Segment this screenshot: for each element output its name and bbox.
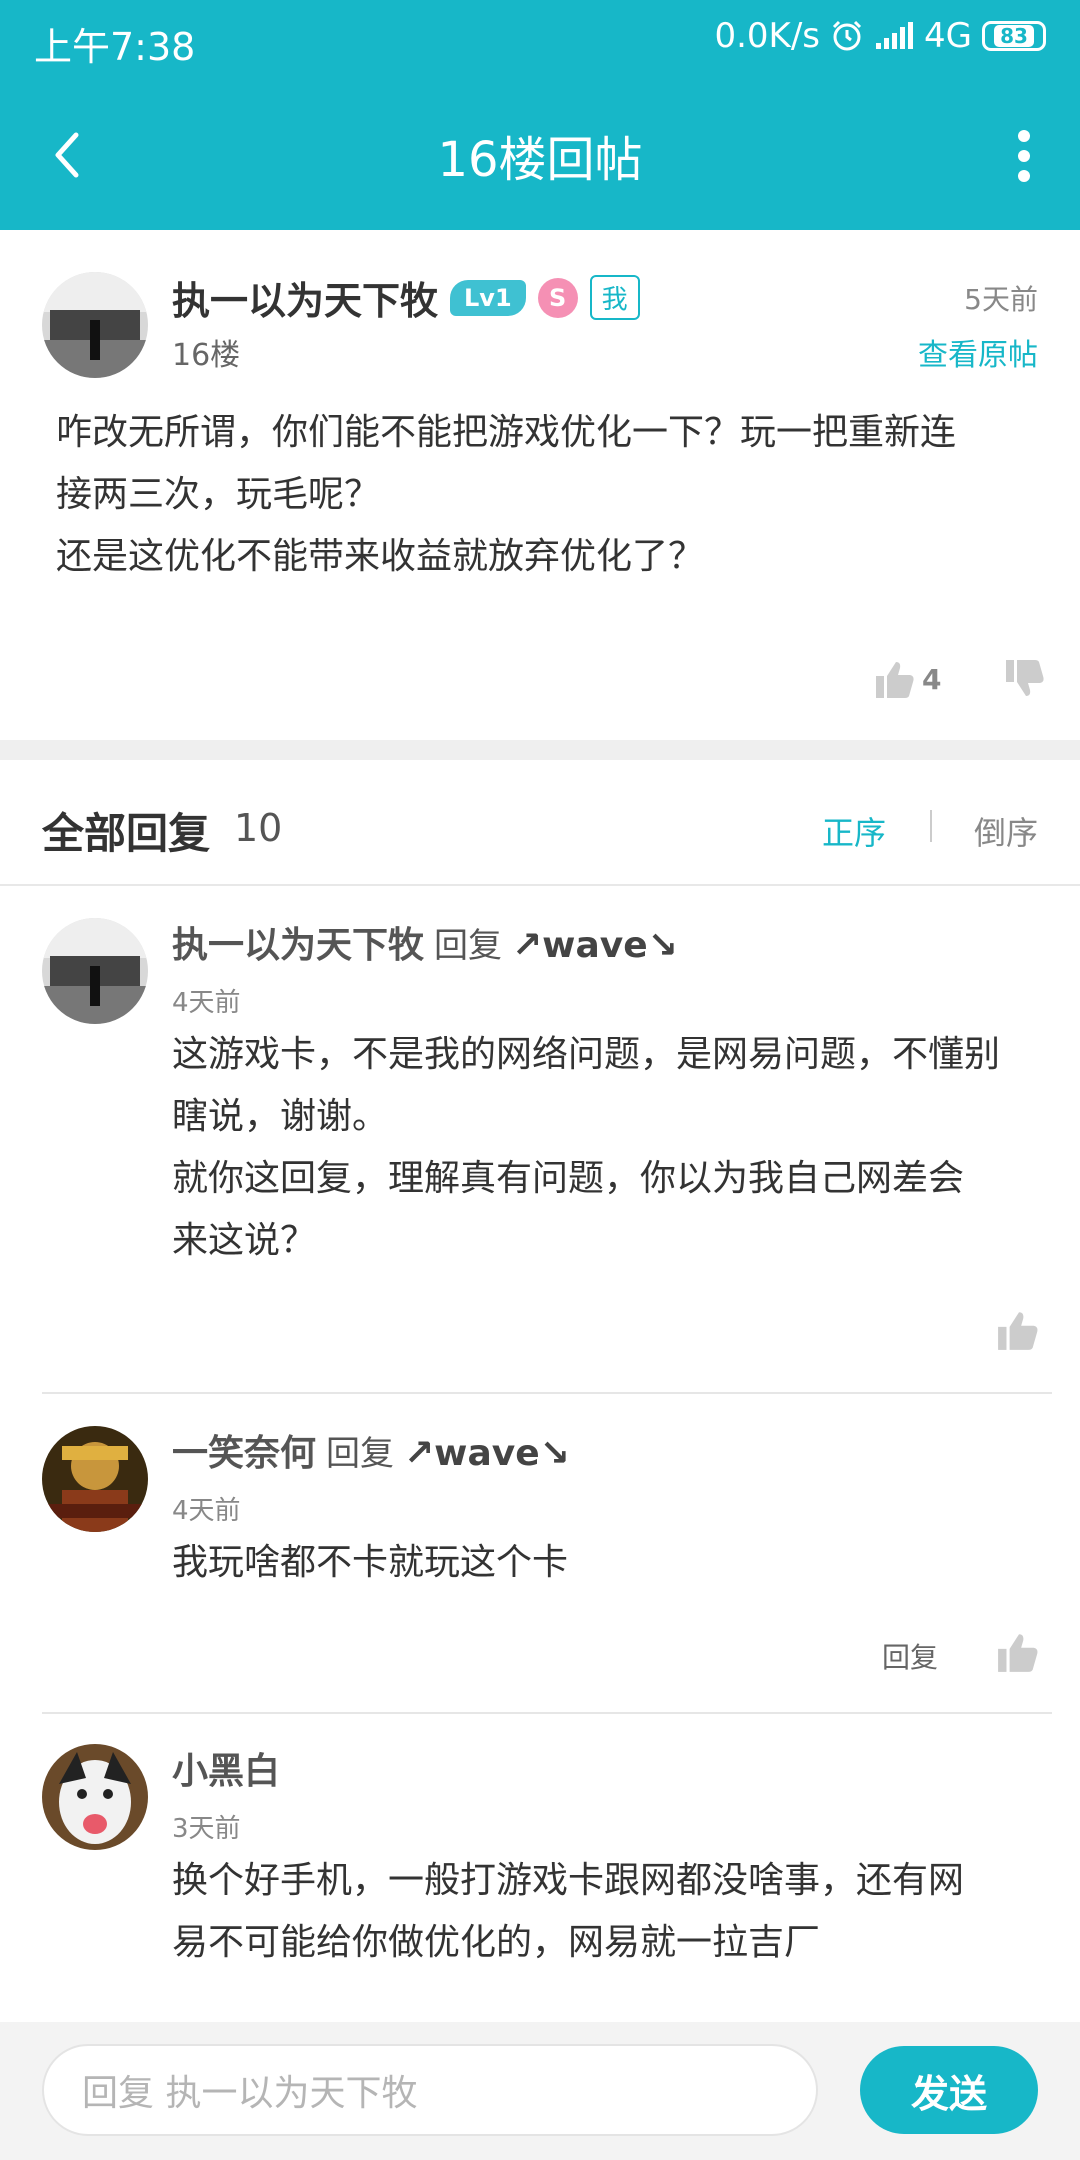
reply-name-line: 执一以为天下牧 回复 ↗wave↘	[172, 916, 678, 968]
replies-label: 全部回复	[42, 809, 211, 858]
author-name[interactable]: 执一以为天下牧	[172, 270, 438, 325]
avatar[interactable]	[42, 918, 148, 1024]
reply-line: 来这说？	[172, 1220, 317, 1261]
reply-line: 易不可能给你做优化的，网易就一拉吉厂	[172, 1922, 821, 1963]
s-badge: S	[537, 277, 578, 318]
post-line: 还是这优化不能带来收益就放弃优化了？	[56, 536, 705, 577]
avatar[interactable]	[42, 1426, 148, 1532]
reply-time: 3天前	[172, 1814, 241, 1844]
status-right: 0.0K/s 4G 83	[714, 16, 1046, 56]
status-time: 上午7:38	[34, 25, 196, 69]
list-item: 执一以为天下牧 回复 ↗wave↘ 4天前 这游戏卡，不是我的网络问题，是网易问…	[0, 888, 1080, 1394]
reply-name-line: 一笑奈何 回复 ↗wave↘	[172, 1424, 570, 1476]
post-content: 咋改无所谓，你们能不能把游戏优化一下？玩一把重新连 接两三次，玩毛呢？ 还是这优…	[56, 402, 1026, 588]
reply-content: 换个好手机，一般打游戏卡跟网都没啥事，还有网 易不可能给你做优化的，网易就一拉吉…	[172, 1850, 1042, 1974]
reply-target[interactable]: ↗wave↘	[512, 925, 678, 966]
reply-word: 回复	[434, 926, 503, 966]
me-badge: 我	[589, 275, 640, 320]
page-title: 16楼回帖	[437, 132, 643, 188]
divider	[42, 1392, 1052, 1394]
more-vertical-icon[interactable]	[1014, 128, 1034, 184]
signal-icon	[876, 22, 914, 49]
status-bar: 上午7:38 0.0K/s 4G 83	[0, 0, 1080, 80]
post-line: 接两三次，玩毛呢？	[56, 474, 381, 515]
reply-word: 回复	[326, 1434, 395, 1474]
reply-content: 我玩啥都不卡就玩这个卡	[172, 1532, 1042, 1594]
replies-header: 全部回复 10 正序 倒序	[0, 760, 1080, 886]
like-button[interactable]: 4	[874, 658, 941, 700]
battery-icon: 83	[982, 21, 1046, 51]
alarm-icon	[832, 20, 862, 51]
original-post: 执一以为天下牧 Lv1 S 我 16楼 5天前 查看原帖 咋改无所谓，你们能不能…	[0, 230, 1080, 740]
reply-input-bar: 回复 执一以为天下牧 发送	[0, 2022, 1080, 2160]
post-line: 咋改无所谓，你们能不能把游戏优化一下？玩一把重新连	[56, 412, 957, 453]
reply-input[interactable]: 回复 执一以为天下牧	[42, 2044, 818, 2136]
avatar[interactable]	[42, 1744, 148, 1850]
post-time: 5天前	[964, 283, 1038, 316]
battery-level: 83	[994, 25, 1034, 47]
reply-author[interactable]: 执一以为天下牧	[172, 916, 424, 968]
reply-button[interactable]: 回复	[882, 1636, 938, 1676]
author-row: 执一以为天下牧 Lv1 S 我	[172, 270, 640, 325]
app-bar: 16楼回帖	[0, 80, 1080, 230]
sort-separator	[930, 810, 932, 842]
thumbs-down-icon[interactable]	[1004, 658, 1046, 700]
view-original-link[interactable]: 查看原帖	[918, 330, 1038, 374]
thumbs-up-icon	[876, 662, 914, 698]
section-divider	[0, 740, 1080, 760]
reply-time: 4天前	[172, 1496, 241, 1526]
send-button[interactable]: 发送	[860, 2046, 1038, 2134]
sort-asc-tab[interactable]: 正序	[822, 808, 886, 854]
list-item: 小黑白 3天前 换个好手机，一般打游戏卡跟网都没啥事，还有网 易不可能给你做优化…	[0, 1714, 1080, 2024]
reply-author[interactable]: 一笑奈何	[172, 1424, 316, 1476]
reply-line: 瞎说，谢谢。	[172, 1096, 389, 1137]
list-item: 一笑奈何 回复 ↗wave↘ 4天前 我玩啥都不卡就玩这个卡 回复	[0, 1396, 1080, 1714]
reply-line: 就你这回复，理解真有问题，你以为我自己网差会	[172, 1158, 965, 1199]
thumbs-up-icon[interactable]	[996, 1630, 1040, 1674]
reply-content: 这游戏卡，不是我的网络问题，是网易问题，不懂别 瞎说，谢谢。 就你这回复，理解真…	[172, 1024, 1042, 1272]
reply-time: 4天前	[172, 988, 241, 1018]
avatar[interactable]	[42, 272, 148, 378]
network-type: 4G	[924, 16, 972, 56]
level-badge: Lv1	[450, 279, 526, 316]
reply-author[interactable]: 小黑白	[172, 1742, 280, 1794]
sort-desc-tab[interactable]: 倒序	[974, 808, 1038, 854]
net-speed: 0.0K/s	[714, 16, 821, 56]
reply-name-line: 小黑白	[172, 1742, 280, 1794]
reply-line: 换个好手机，一般打游戏卡跟网都没啥事，还有网	[172, 1860, 965, 1901]
floor-number: 16楼	[172, 338, 241, 373]
like-count: 4	[922, 662, 942, 696]
replies-count: 10	[234, 806, 283, 850]
top-bar: 上午7:38 0.0K/s 4G 83 16楼回帖	[0, 0, 1080, 230]
reply-line: 我玩啥都不卡就玩这个卡	[172, 1542, 569, 1583]
reply-line: 这游戏卡，不是我的网络问题，是网易问题，不懂别	[172, 1034, 1001, 1075]
reply-target[interactable]: ↗wave↘	[404, 1433, 570, 1474]
thumbs-up-icon[interactable]	[996, 1308, 1040, 1352]
